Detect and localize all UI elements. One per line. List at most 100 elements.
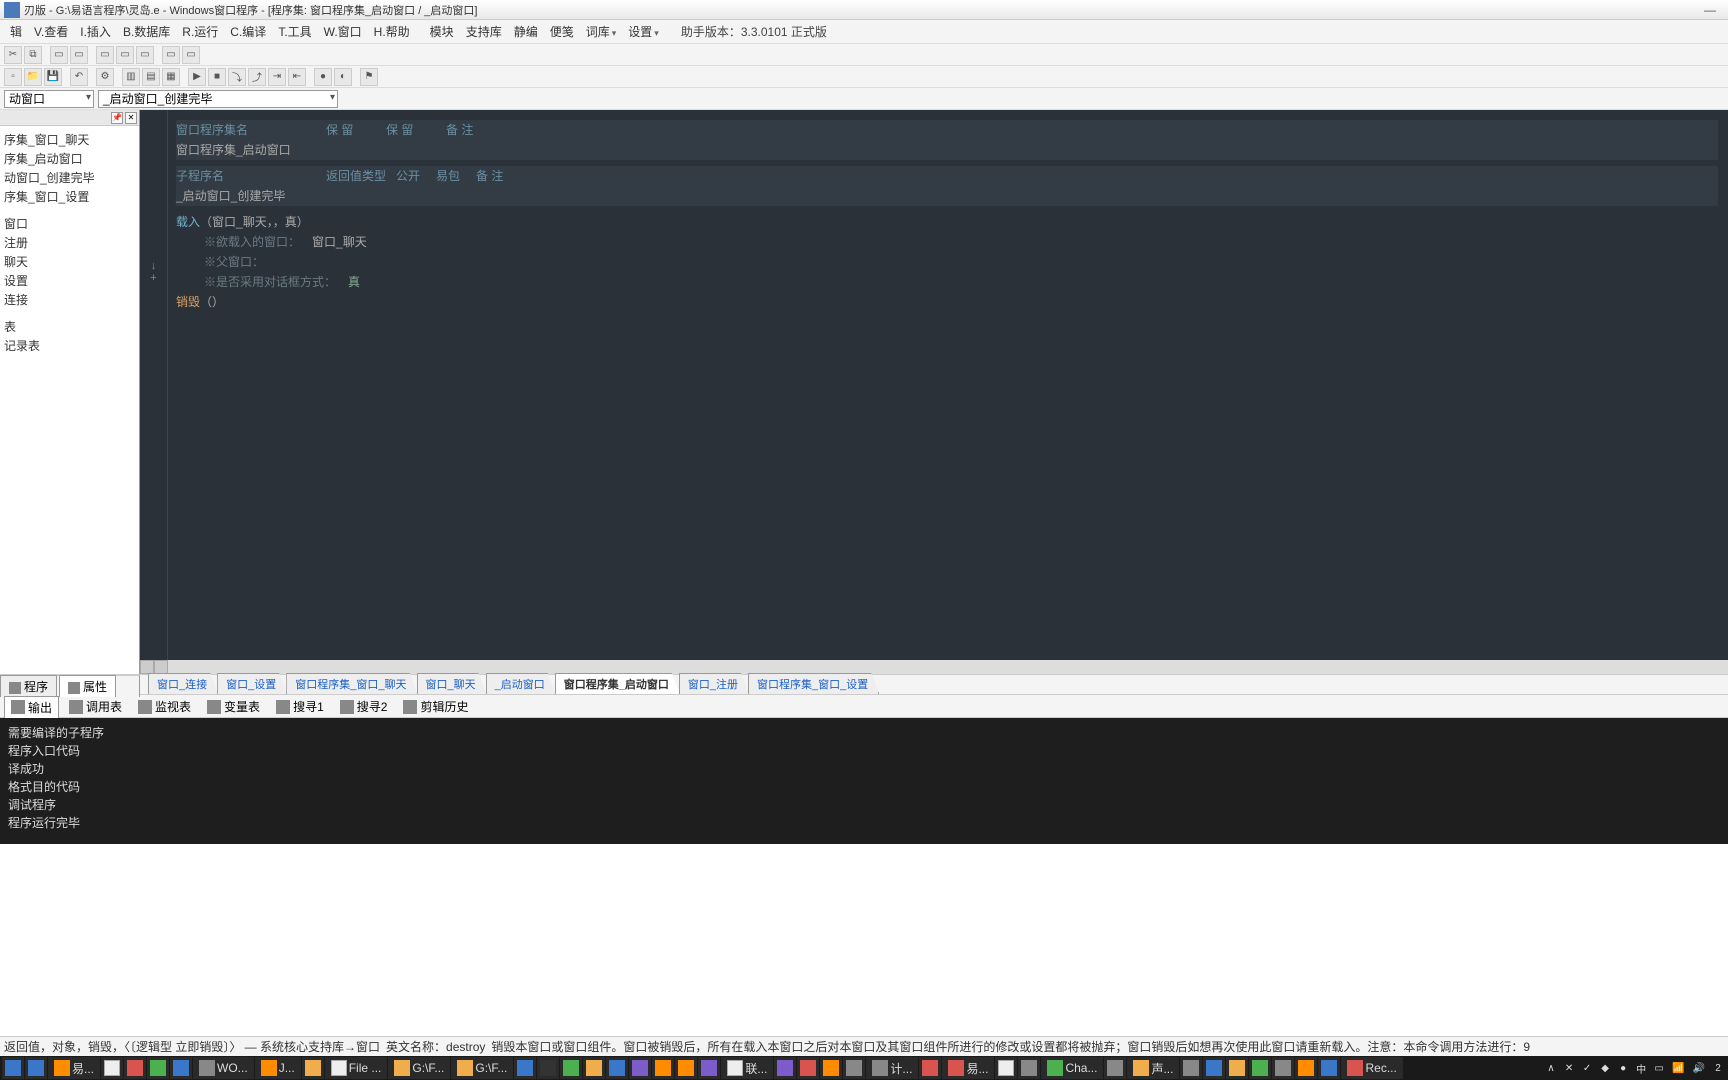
taskbar-sheng[interactable]: 声... (1127, 1057, 1179, 1079)
taskbar-ai[interactable] (675, 1057, 697, 1079)
doc-tab[interactable]: 窗口程序集_启动窗口 (555, 673, 680, 694)
taskbar-app14[interactable] (1104, 1057, 1126, 1079)
tb-copy-icon[interactable]: ⧉ (24, 46, 42, 64)
out-tab[interactable]: 调用表 (63, 696, 128, 717)
tray-t6-icon[interactable]: ▭ (1651, 1057, 1667, 1079)
tb-search-icon[interactable]: ⚙ (96, 68, 114, 86)
taskbar-app17[interactable] (1226, 1057, 1248, 1079)
project-tree[interactable]: 序集_窗口_聊天序集_启动窗口动窗口_创建完毕序集_窗口_设置窗口注册聊天设置连… (0, 126, 139, 674)
code-body[interactable]: 窗口程序集名 保 留 保 留 备 注 窗口程序集_启动窗口 子程序名 返回值类型… (140, 110, 1728, 322)
tb-bp2-icon[interactable]: ◐ (334, 68, 352, 86)
doc-tab[interactable]: 窗口_注册 (679, 673, 749, 694)
taskbar-app21[interactable] (1318, 1057, 1340, 1079)
doc-tab[interactable]: 窗口_设置 (217, 673, 287, 694)
taskbar-app7[interactable] (606, 1057, 628, 1079)
out-tab[interactable]: 变量表 (201, 696, 266, 717)
menu-help[interactable]: H.帮助 (368, 21, 416, 42)
tb-undo-icon[interactable]: ↶ (70, 68, 88, 86)
tb-layout1-icon[interactable]: ▥ (122, 68, 140, 86)
tb-b5-icon[interactable]: ▭ (136, 46, 154, 64)
taskbar-app3[interactable] (514, 1057, 536, 1079)
tb-layout2-icon[interactable]: ▤ (142, 68, 160, 86)
taskbar-pr[interactable] (629, 1057, 651, 1079)
taskbar-au[interactable] (652, 1057, 674, 1079)
taskbar-cha[interactable]: Cha... (1041, 1057, 1103, 1079)
menu-view[interactable]: V.查看 (28, 21, 74, 42)
taskbar-app6[interactable] (583, 1057, 605, 1079)
menu-module[interactable]: 模块 (424, 21, 460, 42)
menu-support[interactable]: 支持库 (460, 21, 508, 42)
tree-item[interactable]: 注册 (2, 233, 137, 252)
tree-item[interactable]: 动窗口_创建完毕 (2, 168, 137, 187)
taskbar-file[interactable]: File ... (325, 1057, 388, 1079)
code-editor[interactable]: ↓ + 窗口程序集名 保 留 保 留 备 注 窗口程序集_启动窗口 子程序名 返… (140, 110, 1728, 674)
tree-item[interactable]: 设置 (2, 271, 137, 290)
tree-item[interactable]: 序集_启动窗口 (2, 149, 137, 168)
tree-item[interactable]: 连接 (2, 290, 137, 309)
tree-item[interactable]: 序集_窗口_聊天 (2, 130, 137, 149)
tb-save-icon[interactable]: 💾 (44, 68, 62, 86)
menu-settings[interactable]: 设置 (622, 21, 665, 42)
taskbar-app19[interactable] (1272, 1057, 1294, 1079)
editor-hscroll[interactable]: ◀ ▶ (140, 660, 1728, 674)
doc-tab[interactable]: _启动窗口 (486, 673, 556, 694)
out-tab[interactable]: 搜寻1 (270, 696, 330, 717)
tray-t8-icon[interactable]: 🔊 (1690, 1057, 1708, 1079)
menu-handy[interactable]: 便笺 (544, 21, 580, 42)
scroll-right-icon[interactable]: ▶ (154, 660, 168, 674)
taskbar-app12[interactable] (995, 1057, 1017, 1079)
proc-combo[interactable]: _启动窗口_创建完毕 (98, 90, 338, 108)
tray-clock-icon[interactable]: 2 (1710, 1057, 1726, 1079)
doc-tab[interactable]: 窗口_连接 (148, 673, 218, 694)
tray-x-icon[interactable]: ✕ (1561, 1057, 1577, 1079)
taskbar-app10[interactable] (843, 1057, 865, 1079)
taskbar-app18[interactable] (1249, 1057, 1271, 1079)
taskbar-app20[interactable] (1295, 1057, 1317, 1079)
taskbar-app4[interactable] (537, 1057, 559, 1079)
taskbar-app16[interactable] (1203, 1057, 1225, 1079)
taskbar-app15[interactable] (1180, 1057, 1202, 1079)
taskbar-pn[interactable] (698, 1057, 720, 1079)
minimize-button[interactable]: — (1696, 2, 1724, 18)
taskbar-app8[interactable] (797, 1057, 819, 1079)
tb-b2-icon[interactable]: ▭ (70, 46, 88, 64)
tab-program[interactable]: 程序 (0, 675, 57, 697)
pin-icon[interactable]: 📌 (111, 112, 123, 124)
taskbar-rec[interactable]: Rec... (1341, 1057, 1402, 1079)
tb-flag-icon[interactable]: ⚑ (360, 68, 378, 86)
output-panel[interactable]: 需要编译的子程序程序入口代码译成功格式目的代码调试程序程序运行完毕 (0, 718, 1728, 844)
tb-step2-icon[interactable]: ⤴ (248, 68, 266, 86)
menu-database[interactable]: B.数据库 (117, 21, 176, 42)
taskbar-calc[interactable]: 计... (866, 1057, 918, 1079)
fold-down-icon[interactable]: ↓ (140, 260, 167, 272)
scroll-left-icon[interactable]: ◀ (140, 660, 154, 674)
tray-t7-icon[interactable]: 📶 (1669, 1057, 1687, 1079)
taskbar-start[interactable] (2, 1057, 24, 1079)
tb-open-icon[interactable]: 📁 (24, 68, 42, 86)
taskbar-folder[interactable] (302, 1057, 324, 1079)
taskbar-edge[interactable] (25, 1057, 47, 1079)
tb-step4-icon[interactable]: ⇤ (288, 68, 306, 86)
taskbar-app9[interactable] (820, 1057, 842, 1079)
tb-b3-icon[interactable]: ▭ (96, 46, 114, 64)
tray-chk-icon[interactable]: ✓ (1579, 1057, 1595, 1079)
tree-item[interactable]: 表 (2, 317, 137, 336)
doc-tab[interactable]: 窗口程序集_窗口_聊天 (286, 673, 417, 694)
tb-layout3-icon[interactable]: ▦ (162, 68, 180, 86)
menu-window[interactable]: W.窗口 (318, 21, 368, 42)
tb-b4-icon[interactable]: ▭ (116, 46, 134, 64)
doc-tab[interactable]: 窗口_聊天 (417, 673, 487, 694)
taskbar-yi[interactable]: 易... (48, 1057, 100, 1079)
tb-step1-icon[interactable]: ⤵ (228, 68, 246, 86)
menu-compile[interactable]: C.编译 (224, 21, 272, 42)
taskbar-wechat[interactable] (147, 1057, 169, 1079)
tray-t5-icon[interactable]: ● (1615, 1057, 1631, 1079)
taskbar-app13[interactable] (1018, 1057, 1040, 1079)
doc-tab[interactable]: 窗口程序集_窗口_设置 (748, 673, 879, 694)
taskbar-w[interactable] (919, 1057, 941, 1079)
taskbar-lian[interactable]: 联... (721, 1057, 773, 1079)
tb-run-icon[interactable]: ▶ (188, 68, 206, 86)
taskbar-ae[interactable] (774, 1057, 796, 1079)
taskbar-gf2[interactable]: G:\F... (451, 1057, 513, 1079)
out-tab[interactable]: 监视表 (132, 696, 197, 717)
